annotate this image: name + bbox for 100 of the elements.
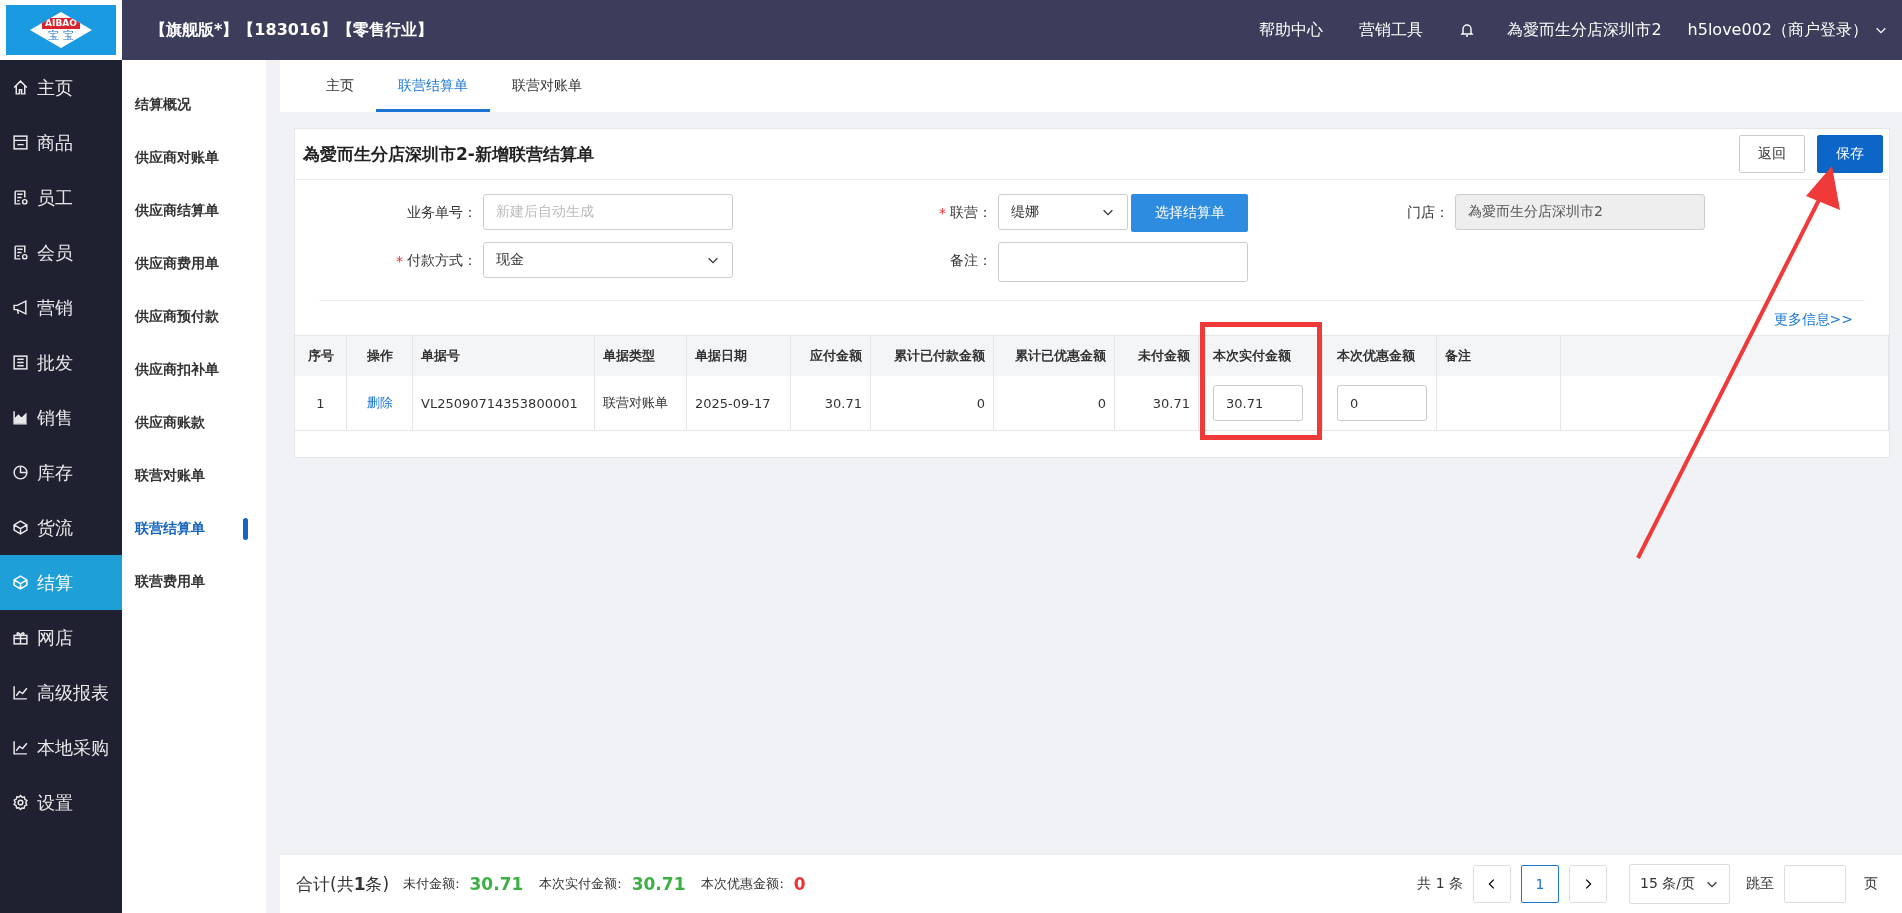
submenu-item[interactable]: 供应商账款 [122,396,266,449]
submenu-item[interactable]: 供应商结算单 [122,184,266,237]
storefront-icon [12,134,29,151]
save-button[interactable]: 保存 [1817,135,1883,173]
logo-text: AIBAO [42,18,80,29]
bell-icon [1459,22,1476,38]
field-label: 业务单号： [407,204,477,222]
table-cell: 0 [994,376,1115,431]
table-cell: 30.71 [791,376,871,431]
sum-label: 本次实付金额: [539,875,622,893]
table-cell: VL25090714353800001 [413,376,595,431]
column-header: 累计已优惠金额 [994,336,1115,376]
prev-page-button[interactable] [1473,865,1511,903]
sum-value: 0 [793,874,806,894]
sidebar-item[interactable]: 设置 [0,775,122,830]
column-header: 本次实付金额 [1199,336,1323,376]
tab[interactable]: 主页 [304,60,376,112]
megaphone-icon [12,299,29,316]
sum-value: 30.71 [469,874,524,894]
table-cell: 2025-09-17 [687,376,791,431]
page-input[interactable] [1784,865,1846,903]
area-chart-icon [12,409,29,426]
field-label: 门店： [1407,204,1449,222]
tab[interactable]: 联营对账单 [490,60,604,112]
amount-field[interactable]: 0 [1337,385,1427,421]
sum-label: 未付金额: [403,875,460,893]
submenu-item[interactable]: 结算概况 [122,78,266,131]
home-icon [12,79,29,96]
tab[interactable]: 联营结算单 [376,60,490,112]
submenu-item[interactable]: 供应商对账单 [122,131,266,184]
jump-label: 跳至 [1746,875,1774,893]
page-title: 為愛而生分店深圳市2-新增联营结算单 [303,142,595,166]
sidebar-item[interactable]: 高级报表 [0,665,122,720]
document-icon [12,189,29,206]
column-header: 本次优惠金额 [1323,336,1437,376]
amount-field[interactable]: 30.71 [1213,385,1303,421]
submenu-item[interactable]: 联营费用单 [122,555,266,608]
record-count: 共 1 条 [1417,875,1463,893]
cube-icon [12,519,29,536]
field-label: 联营： [950,204,992,222]
user-menu[interactable]: h5love002（商户登录） [1687,19,1868,41]
required-mark: * [396,253,403,269]
delete-link[interactable]: 删除 [366,394,393,412]
pie-chart-icon [12,464,29,481]
top-link[interactable]: 营销工具 [1359,19,1424,41]
back-button[interactable]: 返回 [1739,135,1805,173]
table-cell: 1 [295,376,347,431]
sidebar-item[interactable]: 库存 [0,445,122,500]
sidebar-item[interactable]: 员工 [0,170,122,225]
column-header: 单据号 [413,336,595,376]
document-icon [12,244,29,261]
submenu-item[interactable]: 联营结算单 [122,502,266,555]
gift-icon [12,629,29,646]
page-button[interactable]: 1 [1521,865,1559,903]
top-link[interactable]: 帮助中心 [1259,19,1324,41]
page-unit-label: 页 [1864,875,1878,893]
submenu-item[interactable]: 联营对账单 [122,449,266,502]
sidebar-item[interactable]: 批发 [0,335,122,390]
column-header: 未付金额 [1115,336,1199,376]
next-page-button[interactable] [1569,865,1607,903]
field-label: 备注： [950,252,992,270]
readonly-field: 為愛而生分店深圳市2 [1455,194,1705,230]
required-mark: * [939,205,946,221]
cube-icon [12,574,29,591]
table-cell: 联营对账单 [595,376,687,431]
sidebar-item[interactable]: 营销 [0,280,122,335]
sidebar-item[interactable]: 销售 [0,390,122,445]
select-field[interactable]: 现金 [483,242,733,278]
sidebar-item[interactable]: 主页 [0,60,122,115]
column-header: 单据日期 [687,336,791,376]
table-cell: 0 [871,376,994,431]
table-cell: 30.71 [1115,376,1199,431]
total-label: 合计(共1条) [296,872,390,896]
active-indicator [243,518,248,540]
page-size-select[interactable]: 15 条/页 [1629,864,1730,904]
more-info-link[interactable]: 更多信息>> [1773,311,1853,329]
submenu-item[interactable]: 供应商扣补单 [122,343,266,396]
field-label: 付款方式： [407,252,477,270]
textarea-field[interactable] [998,242,1248,282]
submenu-item[interactable]: 供应商费用单 [122,237,266,290]
sidebar-item[interactable]: 商品 [0,115,122,170]
line-chart-icon [12,684,29,701]
sidebar-item[interactable]: 本地采购 [0,720,122,775]
list-icon [12,354,29,371]
column-header: 序号 [295,336,347,376]
sidebar-item[interactable]: 会员 [0,225,122,280]
column-header: 累计已付款金额 [871,336,994,376]
settings-icon [12,794,29,811]
edition-label: 【旗舰版*】【183016】【零售行业】 [150,19,435,41]
sidebar-item[interactable]: 货流 [0,500,122,555]
select-field[interactable]: 缇娜 [998,194,1128,230]
logo-subtext: 宝 宝 [48,29,74,42]
submenu-item[interactable]: 供应商预付款 [122,290,266,343]
sidebar-item[interactable]: 网店 [0,610,122,665]
select-button[interactable]: 选择结算单 [1131,194,1248,232]
column-header: 应付金额 [791,336,871,376]
store-name[interactable]: 為愛而生分店深圳市2 [1507,19,1662,41]
line-chart-icon [12,739,29,756]
column-header: 单据类型 [595,336,687,376]
sum-label: 本次优惠金额: [701,875,784,893]
